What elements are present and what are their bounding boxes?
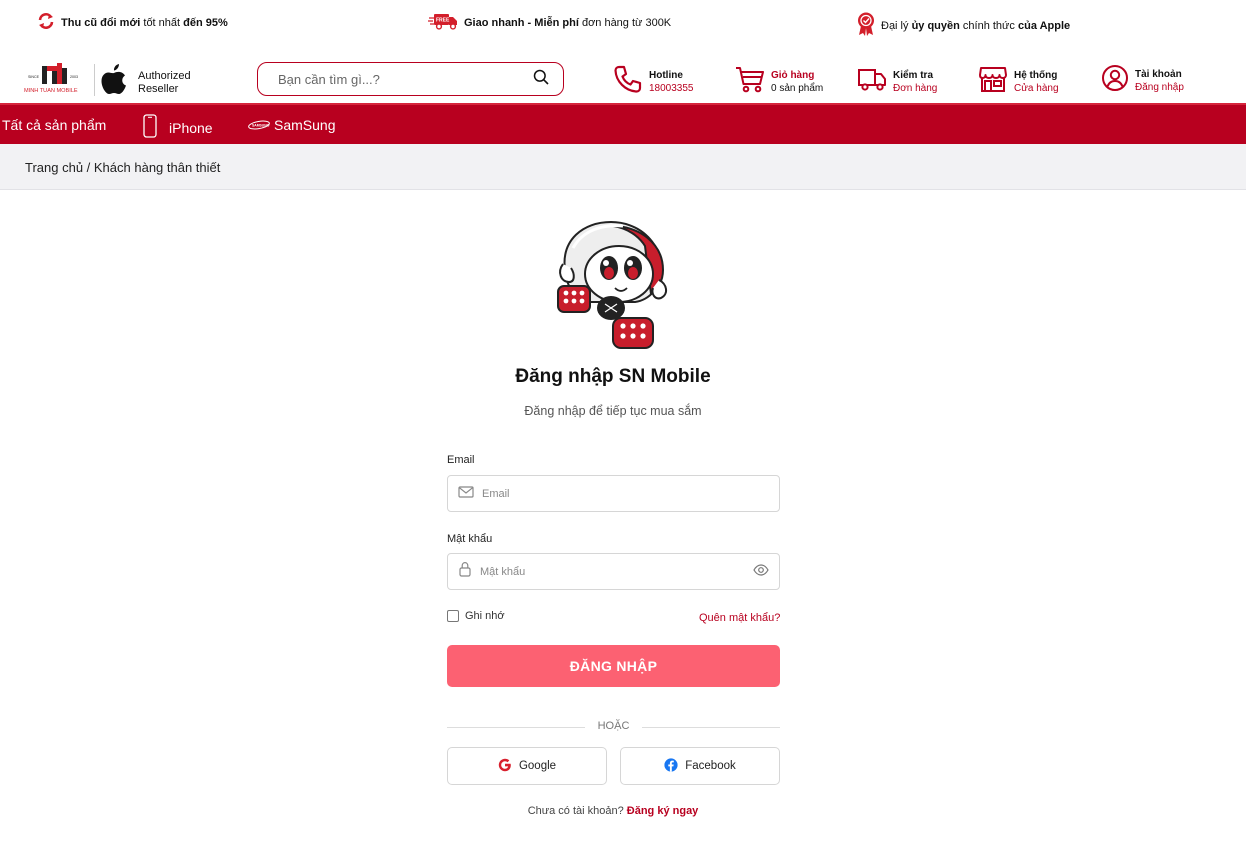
- password-label: Mật khẩu: [447, 533, 493, 545]
- store-icon: [978, 64, 1008, 99]
- shopping-cart-icon: [735, 64, 765, 99]
- promo-bar: Thu cũ đổi mới tốt nhất đến 95% FREE Gia…: [0, 0, 1246, 46]
- signup-link[interactable]: Đăng ký ngay: [627, 805, 699, 817]
- remember-label: Ghi nhớ: [465, 610, 505, 622]
- award-badge-icon: [857, 12, 875, 39]
- or-divider: HOẶC: [447, 720, 780, 734]
- remember-me[interactable]: Ghi nhớ: [447, 610, 505, 622]
- hotline-label: Hotline: [649, 69, 683, 81]
- login-title: Đăng nhập SN Mobile: [515, 366, 711, 387]
- account[interactable]: Tài khoản Đăng nhập: [1101, 64, 1184, 97]
- account-login-link: Đăng nhập: [1135, 81, 1184, 93]
- delivery-truck-icon: FREE: [428, 12, 458, 33]
- reseller-line2: Reseller: [138, 83, 179, 95]
- samsung-logo-icon: SAMSUNG: [248, 117, 270, 133]
- google-login-button[interactable]: Google: [447, 747, 607, 785]
- facebook-login-button[interactable]: Facebook: [620, 747, 780, 785]
- email-label: Email: [447, 454, 475, 466]
- or-text: HOẶC: [597, 720, 630, 732]
- breadcrumb-text: Trang chủ / Khách hàng thân thiết: [25, 160, 221, 175]
- refresh-icon: [37, 12, 55, 33]
- user-account-icon: [1101, 64, 1129, 97]
- forgot-password-link[interactable]: Quên mật khẩu?: [699, 612, 780, 624]
- stores-sub: Cửa hàng: [1014, 82, 1059, 94]
- svg-text:MINH TUAN MOBILE: MINH TUAN MOBILE: [24, 88, 78, 94]
- email-field[interactable]: [482, 487, 769, 500]
- svg-text:2003: 2003: [70, 75, 78, 79]
- promo-trade-in: Thu cũ đổi mới tốt nhất đến 95%: [37, 12, 228, 33]
- lock-icon: [458, 561, 472, 582]
- hotline[interactable]: Hotline 18003355: [613, 64, 694, 99]
- logo-divider: [94, 64, 95, 96]
- minh-tuan-mobile-logo[interactable]: SINCE 2003 MINH TUAN MOBILE: [24, 62, 90, 96]
- search-bar: [257, 62, 564, 96]
- promo-authorized: Đại lý ủy quyền chính thức của Apple: [857, 12, 1070, 39]
- order-check-sub: Đơn hàng: [893, 82, 938, 94]
- stores-label: Hệ thống: [1014, 69, 1058, 81]
- search-icon[interactable]: [533, 69, 549, 90]
- order-check-label: Kiểm tra: [893, 69, 934, 81]
- breadcrumb[interactable]: Trang chủ / Khách hàng thân thiết: [0, 144, 1246, 190]
- login-subtitle: Đăng nhập để tiếp tục mua sắm: [524, 404, 702, 418]
- login-button[interactable]: ĐĂNG NHẬP: [447, 645, 780, 687]
- main-nav: Tất cả sản phẩm iPhone SAMSUNG SamSung: [0, 103, 1246, 144]
- search-input[interactable]: [278, 71, 533, 87]
- authorized-reseller-text: Authorized Reseller: [138, 70, 191, 96]
- apple-logo-icon: [100, 63, 128, 95]
- svg-text:SINCE: SINCE: [28, 75, 40, 79]
- site-header: SINCE 2003 MINH TUAN MOBILE Authorized R…: [0, 46, 1246, 103]
- google-label: Google: [518, 760, 557, 772]
- svg-text:FREE: FREE: [436, 18, 450, 24]
- delivery-truck-outline-icon: [857, 64, 887, 99]
- promo-trade-in-text: Thu cũ đổi mới tốt nhất đến 95%: [61, 16, 228, 29]
- reseller-line1: Authorized: [138, 70, 191, 82]
- store-system[interactable]: Hệ thống Cửa hàng: [978, 64, 1059, 99]
- nav-samsung[interactable]: SAMSUNG SamSung: [248, 117, 335, 133]
- cart-count: 0 sản phẩm: [771, 82, 824, 94]
- promo-shipping: FREE Giao nhanh - Miễn phí đơn hàng từ 3…: [428, 12, 671, 33]
- password-field[interactable]: [480, 565, 745, 578]
- email-field-wrapper: [447, 475, 780, 512]
- promo-authorized-text: Đại lý ủy quyền chính thức của Apple: [881, 19, 1071, 32]
- phone-icon: [613, 64, 643, 99]
- no-account-text: Chưa có tài khoản?: [527, 805, 627, 817]
- nav-all-products[interactable]: Tất cả sản phẩm: [2, 117, 106, 133]
- eye-toggle-icon[interactable]: [753, 563, 769, 581]
- facebook-label: Facebook: [685, 760, 736, 772]
- nav-iphone[interactable]: iPhone: [143, 114, 213, 141]
- order-check[interactable]: Kiểm tra Đơn hàng: [857, 64, 937, 99]
- nav-iphone-label: iPhone: [169, 119, 213, 136]
- hotline-number: 18003355: [649, 82, 694, 94]
- mail-icon: [458, 485, 474, 503]
- remember-checkbox[interactable]: [447, 610, 459, 622]
- smartphone-icon: [143, 114, 157, 141]
- promo-shipping-text: Giao nhanh - Miễn phí đơn hàng từ 300K: [464, 16, 672, 29]
- cart-label: Giỏ hàng: [771, 69, 815, 81]
- password-field-wrapper: [447, 553, 780, 590]
- nav-samsung-label: SamSung: [274, 117, 336, 133]
- mascot-illustration: [553, 218, 673, 352]
- account-label: Tài khoản: [1135, 68, 1182, 80]
- signup-row: Chưa có tài khoản? Đăng ký ngay: [0, 805, 1226, 817]
- nav-all-products-label: Tất cả sản phẩm: [2, 117, 107, 133]
- cart[interactable]: Giỏ hàng 0 sản phẩm: [735, 64, 823, 99]
- google-icon: [498, 758, 512, 775]
- facebook-icon: [664, 757, 678, 775]
- svg-text:SAMSUNG: SAMSUNG: [252, 124, 270, 128]
